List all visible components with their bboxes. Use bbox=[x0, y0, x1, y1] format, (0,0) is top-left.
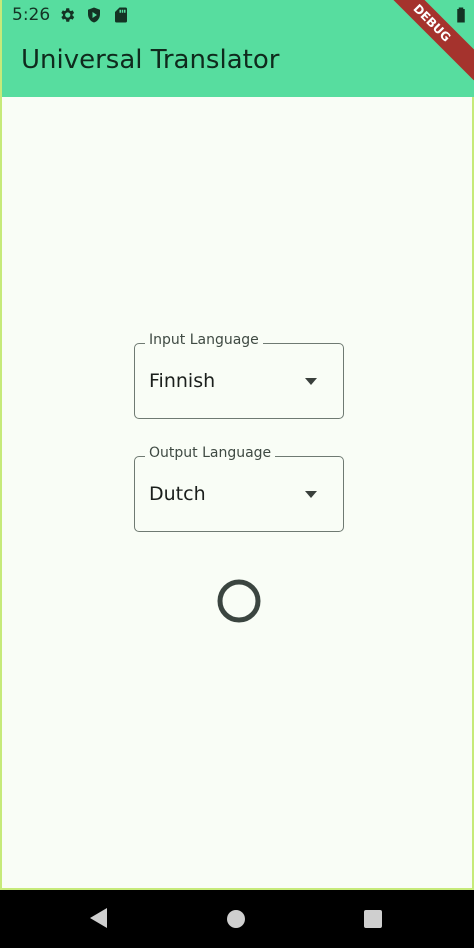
input-language-label: Input Language bbox=[145, 332, 263, 348]
back-icon[interactable] bbox=[90, 908, 108, 928]
progress-spinner-icon bbox=[217, 579, 261, 623]
status-time: 5:26 bbox=[12, 5, 51, 25]
recents-icon[interactable] bbox=[364, 910, 382, 928]
output-language-value: Dutch bbox=[149, 483, 206, 505]
home-icon[interactable] bbox=[227, 910, 245, 928]
chevron-down-icon[interactable] bbox=[305, 491, 317, 498]
battery-icon bbox=[457, 7, 465, 23]
app-title: Universal Translator bbox=[21, 45, 280, 75]
app-screen: 5:26 Universal Translator DEBUG Input La… bbox=[0, 0, 474, 890]
system-nav-bar bbox=[0, 890, 474, 948]
shield-play-icon bbox=[88, 7, 100, 23]
app-bar: 5:26 Universal Translator bbox=[2, 0, 474, 97]
chevron-down-icon[interactable] bbox=[305, 378, 317, 385]
sd-card-icon bbox=[115, 7, 127, 23]
input-language-value: Finnish bbox=[149, 370, 216, 392]
settings-icon bbox=[61, 8, 75, 22]
output-language-dropdown[interactable]: Output Language Dutch bbox=[134, 445, 344, 532]
input-language-dropdown[interactable]: Input Language Finnish bbox=[134, 332, 344, 419]
output-language-label: Output Language bbox=[145, 445, 276, 461]
